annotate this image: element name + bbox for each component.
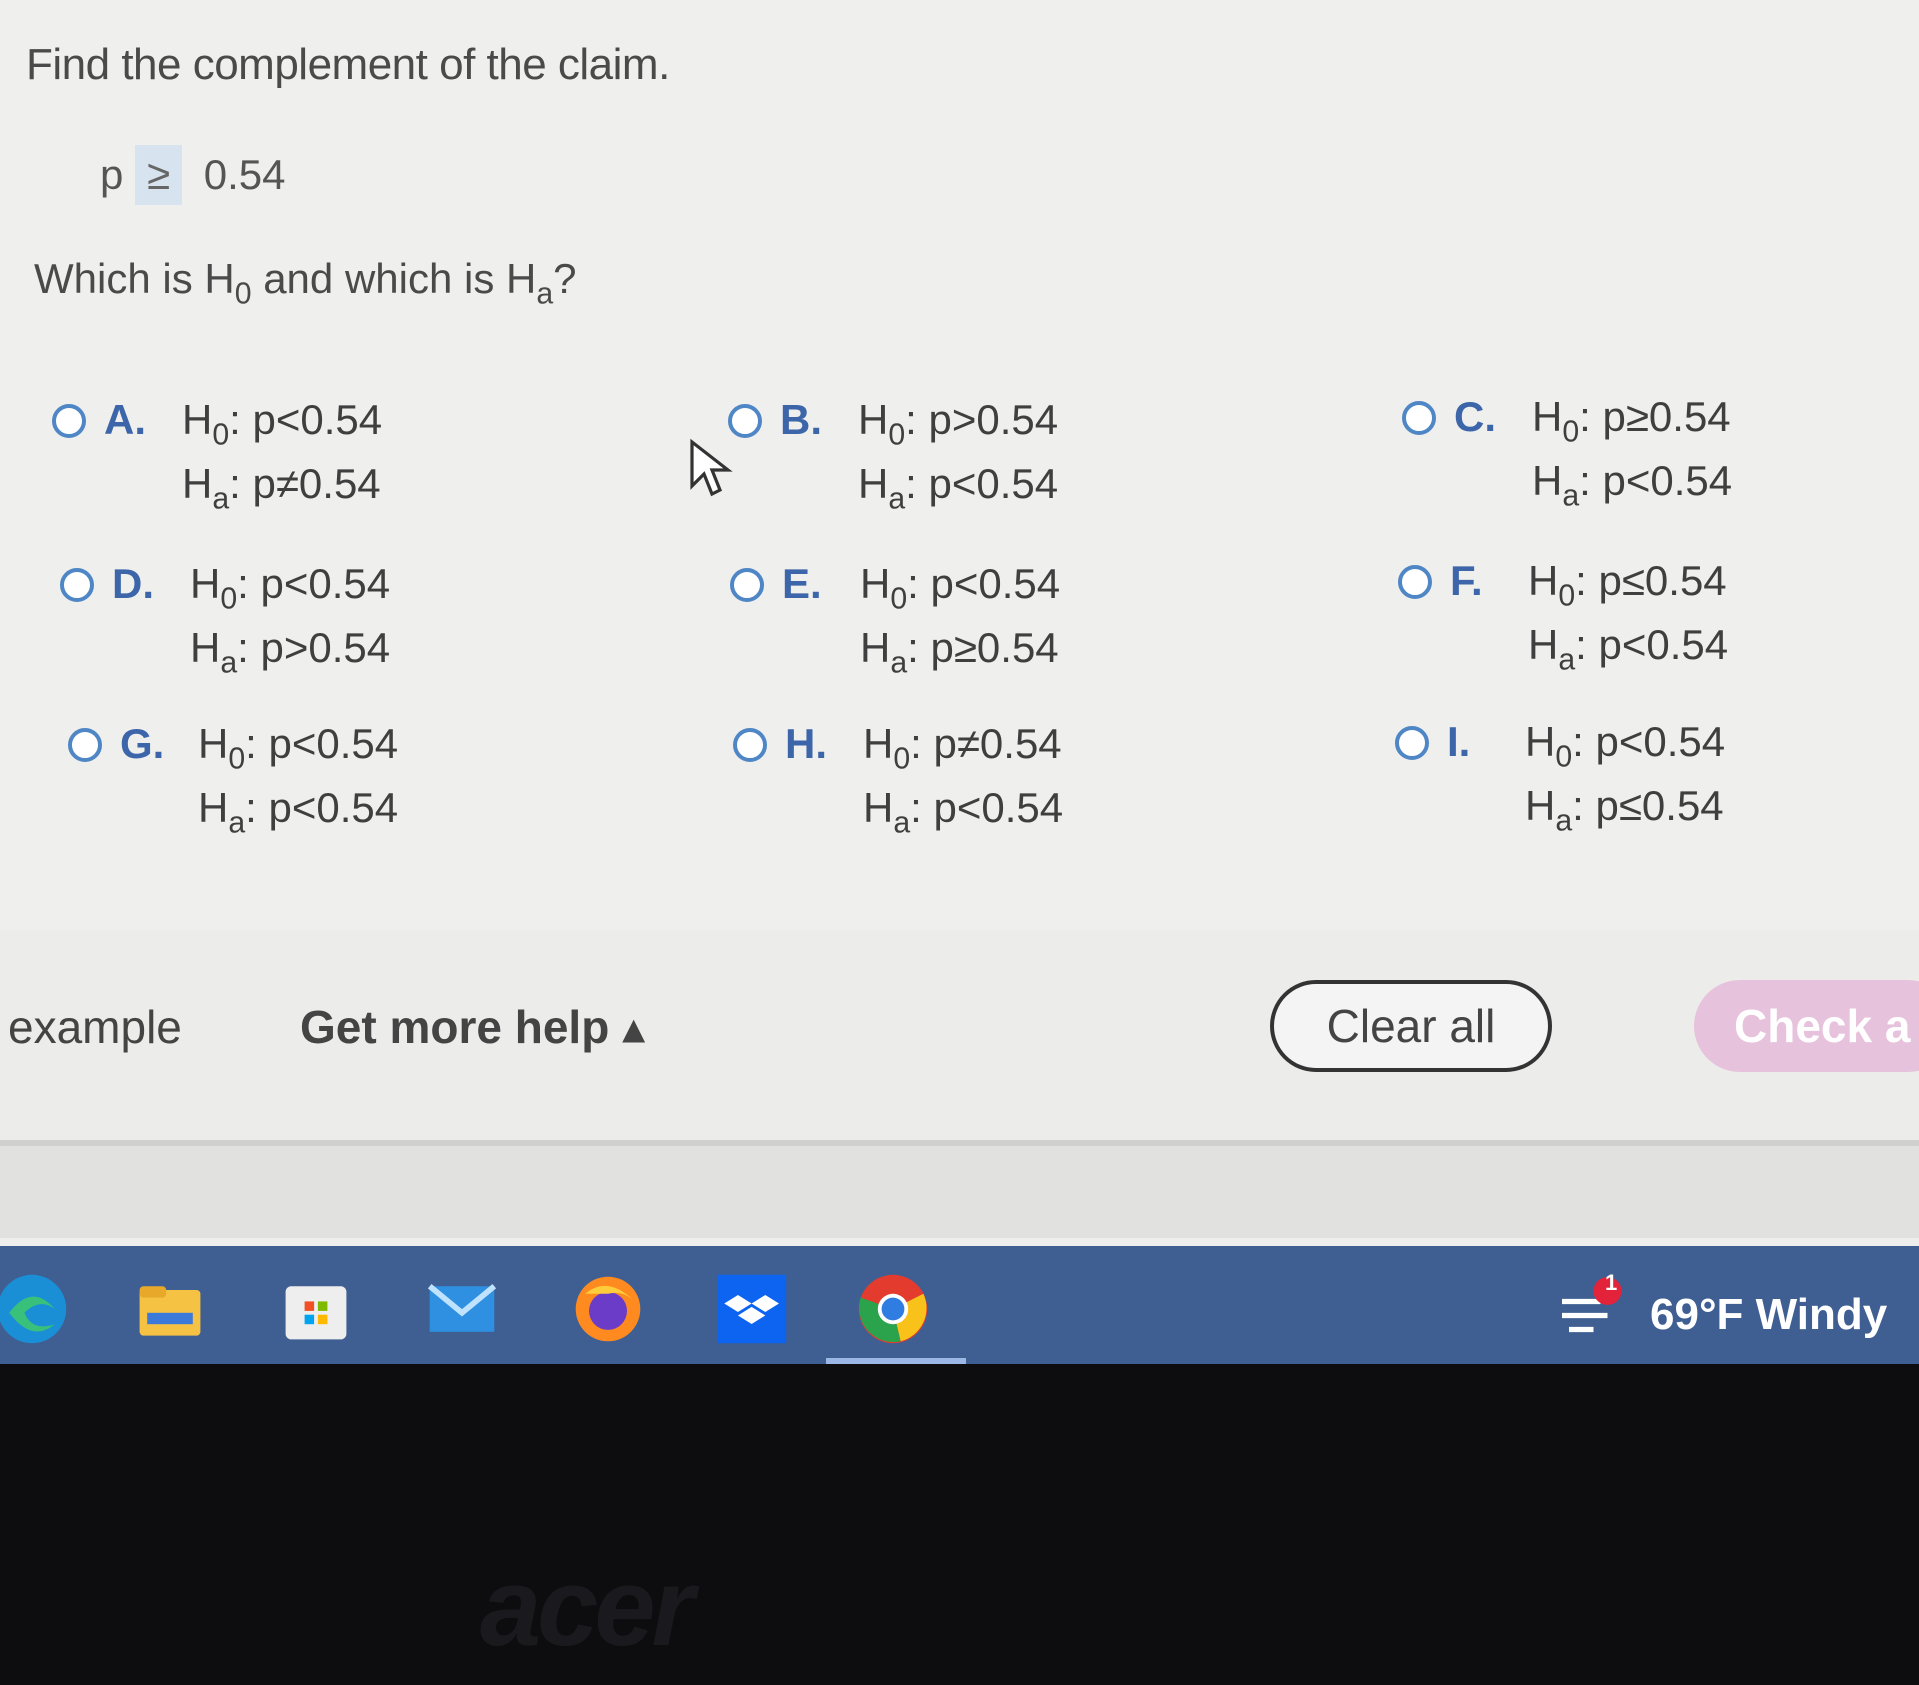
mail-icon[interactable]: [424, 1271, 500, 1347]
option-h0: H0: p<0.54: [198, 720, 399, 776]
option-h0: H0: p≠0.54: [863, 720, 1062, 776]
option-letter: E.: [782, 560, 822, 607]
option-ha: Ha: p<0.54: [1532, 457, 1733, 513]
option-letter: C.: [1454, 393, 1496, 440]
option-h0: H0: p<0.54: [860, 560, 1061, 616]
prompt-text-3: ?: [553, 255, 577, 302]
claim-value: 0.54: [203, 151, 286, 198]
get-more-help-button[interactable]: Get more help ▴: [300, 1000, 645, 1054]
option-letter: D.: [112, 560, 154, 607]
store-icon[interactable]: [278, 1271, 354, 1347]
prompt-text-1: Which is H: [34, 255, 235, 302]
option-ha: Ha: p≥0.54: [860, 624, 1059, 680]
file-explorer-icon[interactable]: [132, 1271, 208, 1347]
option-letter: I.: [1447, 718, 1471, 765]
option-h0: H0: p≥0.54: [1532, 393, 1731, 449]
option-ha: Ha: p>0.54: [190, 624, 391, 680]
taskbar: [0, 1246, 1919, 1364]
option-h0: H0: p>0.54: [858, 396, 1059, 452]
clear-all-button[interactable]: Clear all: [1270, 980, 1552, 1072]
option-ha: Ha: p<0.54: [863, 784, 1064, 840]
option-h0: H0: p<0.54: [1525, 718, 1726, 774]
radio-button[interactable]: [1402, 401, 1436, 435]
check-answer-button[interactable]: Check a: [1694, 980, 1919, 1072]
claim: p ≥ 0.54: [100, 145, 286, 205]
radio-button[interactable]: [728, 404, 762, 438]
claim-variable: p: [100, 151, 124, 198]
radio-button[interactable]: [733, 728, 767, 762]
chrome-icon[interactable]: [855, 1271, 931, 1347]
prompt-sub-0: 0: [234, 277, 252, 311]
option-letter: G.: [120, 720, 165, 767]
edge-icon[interactable]: [0, 1271, 70, 1347]
window-divider: [0, 1140, 1919, 1238]
option-h0: H0: p<0.54: [182, 396, 383, 452]
brand-logo: acer: [480, 1546, 694, 1669]
prompt: Which is H0 and which is Ha?: [34, 255, 577, 312]
example-link[interactable]: example: [8, 1000, 182, 1054]
radio-button[interactable]: [1395, 726, 1429, 760]
prompt-sub-a: a: [536, 277, 554, 311]
weather-text[interactable]: 69°F Windy: [1650, 1290, 1887, 1340]
option-ha: Ha: p≠0.54: [182, 460, 381, 516]
option-ha: Ha: p<0.54: [858, 460, 1059, 516]
option-ha: Ha: p≤0.54: [1525, 782, 1724, 838]
radio-button[interactable]: [1398, 565, 1432, 599]
option-h0: H0: p≤0.54: [1528, 557, 1727, 613]
option-letter: F.: [1450, 557, 1483, 604]
mouse-cursor-icon: [690, 438, 733, 497]
option-letter: A.: [104, 396, 146, 443]
firefox-icon[interactable]: [570, 1271, 646, 1347]
option-h0: H0: p<0.54: [190, 560, 391, 616]
option-ha: Ha: p<0.54: [198, 784, 399, 840]
option-letter: B.: [780, 396, 822, 443]
weather-badge: 1: [1605, 1270, 1618, 1295]
radio-button[interactable]: [68, 728, 102, 762]
question-text: Find the complement of the claim.: [26, 40, 670, 89]
question-panel: Find the complement of the claim. p ≥ 0.…: [0, 0, 1919, 930]
radio-button[interactable]: [730, 568, 764, 602]
monitor-bezel: acer: [0, 1364, 1919, 1685]
prompt-text-2: and which is H: [251, 255, 537, 302]
option-ha: Ha: p<0.54: [1528, 621, 1729, 677]
claim-symbol: ≥: [135, 145, 183, 205]
screen: Find the complement of the claim. p ≥ 0.…: [0, 0, 1919, 1140]
dropbox-icon[interactable]: [714, 1271, 790, 1347]
radio-button[interactable]: [60, 568, 94, 602]
option-letter: H.: [785, 720, 827, 767]
radio-button[interactable]: [52, 404, 86, 438]
